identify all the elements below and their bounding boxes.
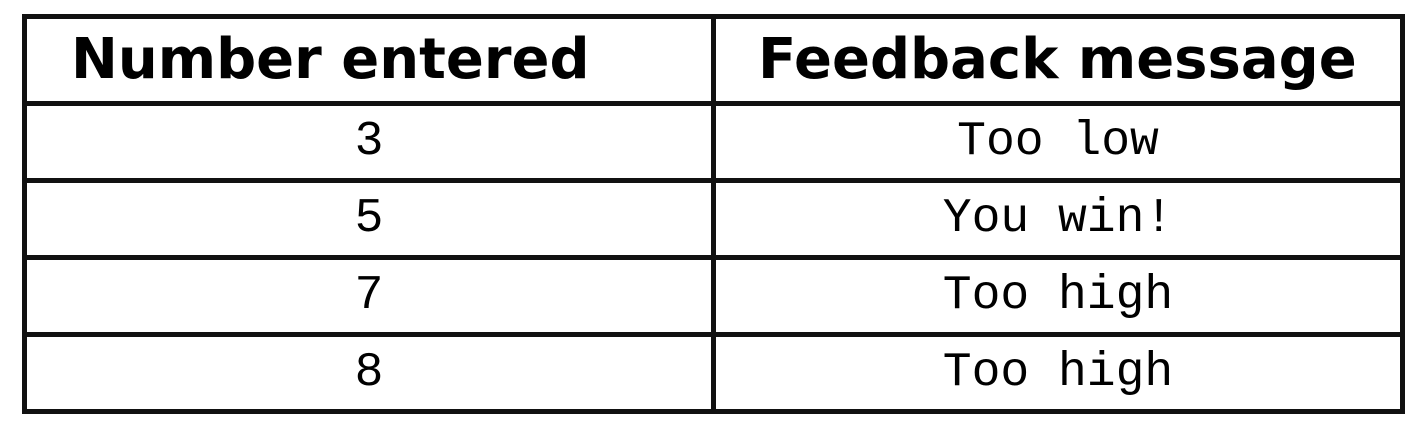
table-row: 7 Too high: [22, 255, 1405, 337]
table-row: 8 Too high: [22, 332, 1405, 414]
table-row: 3 Too low: [22, 101, 1405, 183]
number-cell: 3: [22, 101, 716, 183]
header-feedback-message: Feedback message: [711, 14, 1405, 106]
table-header-row: Number entered Feedback message: [22, 14, 1405, 106]
number-cell: 5: [22, 178, 716, 260]
feedback-cell: Too low: [711, 101, 1405, 183]
header-number-entered: Number entered: [22, 14, 716, 106]
number-cell: 7: [22, 255, 716, 337]
feedback-cell: You win!: [711, 178, 1405, 260]
feedback-table-container: Number entered Feedback message 3 Too lo…: [22, 14, 1405, 414]
feedback-cell: Too high: [711, 255, 1405, 337]
table-row: 5 You win!: [22, 178, 1405, 260]
feedback-cell: Too high: [711, 332, 1405, 414]
feedback-table: Number entered Feedback message 3 Too lo…: [22, 14, 1405, 414]
number-cell: 8: [22, 332, 716, 414]
